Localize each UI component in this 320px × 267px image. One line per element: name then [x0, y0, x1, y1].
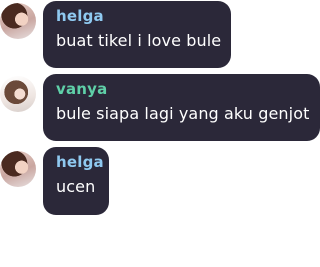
chat-message: vanya bule siapa lagi yang aku genjot [0, 73, 320, 143]
chat-message: helga buat tikel i love bule [0, 0, 320, 70]
avatar[interactable] [0, 151, 36, 187]
message-text: ucen [56, 177, 96, 196]
author-name[interactable]: helga [56, 153, 104, 171]
message-bubble: vanya bule siapa lagi yang aku genjot [43, 74, 320, 141]
message-bubble: helga buat tikel i love bule [43, 1, 231, 68]
avatar[interactable] [0, 76, 36, 112]
message-text: bule siapa lagi yang aku genjot [56, 104, 310, 123]
message-bubble: helga ucen [43, 147, 109, 215]
message-text: buat tikel i love bule [56, 31, 222, 50]
chat-transcript: helga buat tikel i love bule vanya bule … [0, 0, 320, 267]
avatar[interactable] [0, 3, 36, 39]
author-name[interactable]: vanya [56, 80, 306, 98]
chat-message: helga ucen [0, 147, 320, 217]
author-name[interactable]: helga [56, 7, 217, 25]
